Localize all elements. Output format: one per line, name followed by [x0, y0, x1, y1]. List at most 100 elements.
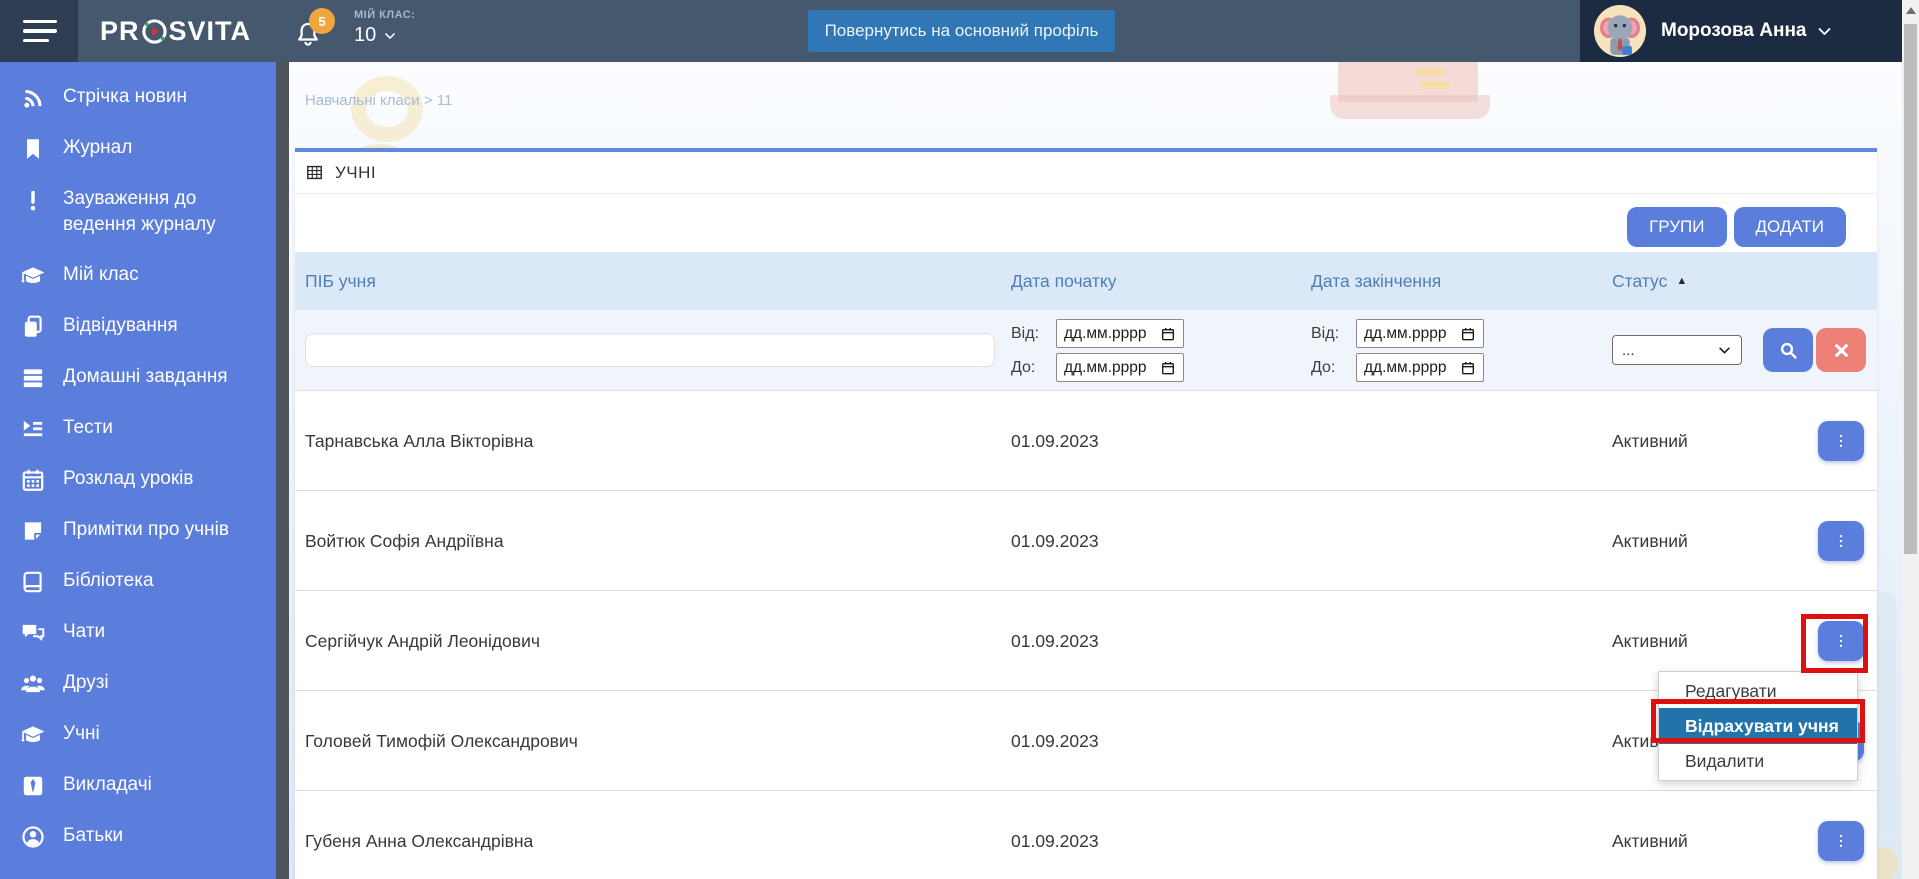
context-menu-item[interactable]: Редагувати — [1659, 674, 1857, 708]
my-class-label: МІЙ КЛАС: — [354, 9, 415, 21]
screen: PR SVITA 5 МІЙ КЛАС: 10 Повернутись на о… — [0, 0, 1919, 879]
brand-text-right: SVITA — [169, 16, 252, 47]
column-header-name[interactable]: ПІБ учня — [305, 252, 376, 310]
calendar-picker-icon[interactable] — [1460, 326, 1476, 342]
menu-toggle-button[interactable] — [0, 0, 78, 62]
sidebar-item[interactable]: Учні — [0, 709, 276, 760]
context-menu-item[interactable]: Видалити — [1659, 744, 1857, 778]
decor-gift-box — [1420, 81, 1450, 89]
sidebar-item[interactable]: Примітки про учнів — [0, 505, 276, 556]
table-row: Губеня Анна Олександрівна01.09.2023Актив… — [295, 791, 1877, 879]
row-actions-button[interactable] — [1818, 821, 1864, 861]
start-date-cell: 01.09.2023 — [1011, 491, 1099, 591]
panel-toolbar: ГРУПИ ДОДАТИ — [295, 194, 1877, 252]
status-filter-select[interactable]: ... — [1612, 335, 1742, 365]
list-play-icon — [20, 416, 46, 442]
sidebar-item[interactable]: Журнал — [0, 123, 276, 174]
avatar — [1594, 5, 1646, 57]
student-name-cell: Тарнавська Алла Вікторівна — [305, 391, 533, 491]
graduation-cap-icon — [20, 263, 46, 289]
chat-icon — [20, 620, 46, 646]
groups-button[interactable]: ГРУПИ — [1627, 207, 1726, 247]
sidebar-nav: Стрічка новин ЖурналЗауваження до ведення… — [0, 62, 276, 879]
sidebar-item-label: Розклад уроків — [63, 466, 194, 492]
sidebar-item[interactable]: Стрічка новин — [0, 72, 276, 123]
sidebar-item[interactable]: Зауваження до ведення журналу — [0, 174, 276, 250]
to-label: До: — [1311, 359, 1347, 377]
column-header-end-date[interactable]: Дата закінчення — [1311, 252, 1441, 310]
sidebar-item[interactable]: Чати — [0, 607, 276, 658]
sidebar-item[interactable]: Бібліотека — [0, 556, 276, 607]
start-date-to-input[interactable]: дд.мм.рррр — [1056, 353, 1184, 382]
row-actions-button[interactable] — [1818, 521, 1864, 561]
users-icon — [20, 671, 46, 697]
student-name-cell: Сергійчук Андрій Леонідович — [305, 591, 540, 691]
clear-filters-button[interactable] — [1816, 328, 1866, 372]
panel-title: УЧНІ — [335, 163, 376, 183]
add-button[interactable]: ДОДАТИ — [1734, 207, 1847, 247]
stack-icon — [20, 365, 46, 391]
table-row: Войтюк Софія Андріївна01.09.2023Активний — [295, 491, 1877, 591]
calendar-picker-icon[interactable] — [1460, 360, 1476, 376]
from-label: Від: — [1011, 325, 1047, 343]
sidebar-item-label: Мій клас — [63, 262, 139, 288]
sidebar-item-label: Друзі — [63, 670, 109, 696]
students-panel: УЧНІ ГРУПИ ДОДАТИ ПІБ учня Дата початку … — [295, 148, 1877, 879]
sidebar-item[interactable]: Викладачі — [0, 760, 276, 811]
sidebar-item[interactable]: Тести — [0, 403, 276, 454]
rss-icon — [20, 85, 46, 111]
start-date-from-input[interactable]: дд.мм.рррр — [1056, 319, 1184, 348]
table-row: Сергійчук Андрій Леонідович01.09.2023Акт… — [295, 591, 1877, 691]
pages-icon — [20, 314, 46, 340]
sidebar-item[interactable]: Друзі — [0, 658, 276, 709]
tie-icon — [20, 773, 46, 799]
end-date-from-input[interactable]: дд.мм.рррр — [1356, 319, 1484, 348]
sidebar-item-label: Стрічка новин — [63, 84, 187, 110]
notifications-badge: 5 — [309, 8, 335, 34]
name-filter-input[interactable] — [305, 333, 995, 367]
main-content: Навчальні класи > 11 УЧНІ ГРУПИ ДОДАТИ П… — [289, 62, 1902, 879]
column-header-start-date[interactable]: Дата початку — [1011, 252, 1117, 310]
sidebar-item[interactable]: Відвідування — [0, 301, 276, 352]
breadcrumb[interactable]: Навчальні класи > 11 — [305, 92, 452, 109]
browser-scrollbar[interactable] — [1902, 0, 1919, 879]
ellipsis-icon — [1832, 832, 1850, 850]
return-to-main-profile-button[interactable]: Повернутись на основний профіль — [808, 10, 1115, 52]
scrollbar-up-arrow[interactable] — [1906, 7, 1916, 14]
ellipsis-icon — [1832, 432, 1850, 450]
sidebar-item-label: Батьки — [63, 823, 123, 849]
row-actions-button[interactable] — [1818, 621, 1864, 661]
calendar-picker-icon[interactable] — [1160, 326, 1176, 342]
row-actions-button[interactable] — [1818, 421, 1864, 461]
user-profile-menu[interactable]: Морозова Анна — [1580, 0, 1902, 62]
app-logo[interactable]: PR SVITA — [100, 0, 251, 62]
calendar-picker-icon[interactable] — [1160, 360, 1176, 376]
sidebar-item[interactable]: Домашні завдання — [0, 352, 276, 403]
end-date-to-input[interactable]: дд.мм.рррр — [1356, 353, 1484, 382]
exclamation-icon — [20, 187, 46, 213]
play-logo-icon — [141, 18, 168, 45]
status-cell: Активний — [1612, 791, 1688, 879]
start-date-filter: Від: дд.мм.рррр До: дд.мм.рррр — [1011, 319, 1184, 382]
book-icon — [20, 569, 46, 595]
sidebar-scrollbar[interactable] — [276, 62, 289, 879]
context-menu-item[interactable]: Відрахувати учня — [1659, 708, 1857, 744]
notifications-button[interactable]: 5 — [293, 16, 327, 50]
sidebar-item-label: Тести — [63, 415, 113, 441]
student-name-cell: Войтюк Софія Андріївна — [305, 491, 504, 591]
my-class-value: 10 — [354, 24, 376, 47]
end-date-filter: Від: дд.мм.рррр До: дд.мм.рррр — [1311, 319, 1484, 382]
sidebar-item[interactable]: Батьки — [0, 811, 276, 862]
sidebar-item[interactable]: Мій клас — [0, 250, 276, 301]
sidebar-item[interactable]: Розклад уроків — [0, 454, 276, 505]
chevron-down-icon — [1816, 23, 1833, 40]
table-body: Тарнавська Алла Вікторівна 01.09.2023 Акти… — [295, 391, 1877, 879]
column-header-status[interactable]: Статус ▲ — [1612, 252, 1687, 310]
panel-header: УЧНІ — [295, 152, 1877, 194]
scrollbar-thumb[interactable] — [1904, 24, 1917, 554]
my-class-selector[interactable]: МІЙ КЛАС: 10 — [354, 9, 415, 47]
person-circle-icon — [20, 824, 46, 850]
start-date-cell: 01.09.2023 — [1011, 691, 1099, 791]
from-label: Від: — [1311, 325, 1347, 343]
search-button[interactable] — [1763, 328, 1813, 372]
